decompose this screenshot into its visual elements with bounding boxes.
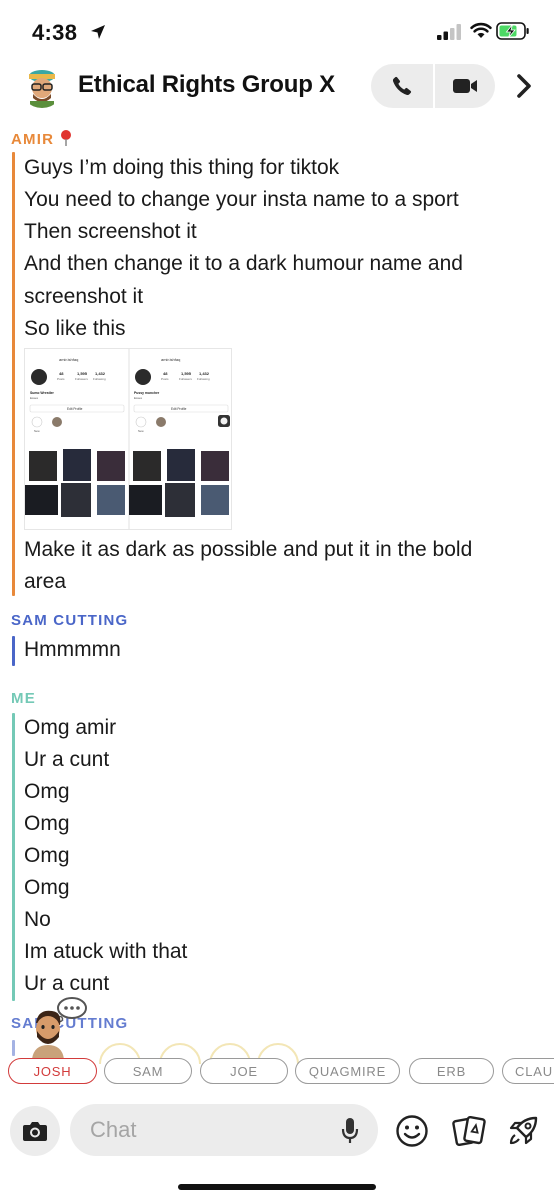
group-title[interactable]: Ethical Rights Group X — [78, 71, 335, 99]
message-text: No — [24, 908, 51, 931]
cellular-signal-icon — [437, 24, 463, 45]
profile-username: amir.ishfaq — [161, 357, 180, 362]
chevron-right-icon — [517, 74, 531, 98]
profile-followers-label: Followers — [179, 377, 192, 381]
voice-call-button[interactable] — [371, 64, 433, 108]
message-text: area — [24, 570, 67, 593]
wifi-icon — [470, 22, 492, 45]
chat-info-button[interactable] — [509, 70, 539, 102]
status-time: 4:38 — [32, 20, 78, 45]
profile-bio: Essex — [134, 396, 143, 400]
chip-josh[interactable]: JOSH — [8, 1058, 97, 1084]
message-text: Ur a cunt — [24, 748, 110, 771]
chip-clau[interactable]: CLAU — [502, 1058, 554, 1084]
camera-button[interactable] — [10, 1106, 60, 1156]
group-bitmoji-avatar[interactable] — [20, 64, 64, 108]
cards-button[interactable] — [450, 1113, 488, 1149]
sender-name-sam: SAM CUTTING — [11, 612, 129, 629]
message-text: Omg — [24, 876, 70, 899]
emoji-icon — [396, 1115, 428, 1147]
video-camera-icon — [453, 79, 477, 93]
emoji-button[interactable] — [394, 1113, 430, 1149]
profile-username: amir.ishfaq — [59, 357, 78, 362]
message-text: Omg — [24, 812, 70, 835]
sender-name-me: ME — [11, 690, 36, 707]
profile-followers: 1,595 — [77, 371, 88, 376]
composer-bar — [0, 1096, 554, 1200]
typing-presence-chips: JOSH SAM JOE QUAGMIRE ERB CLAU — [0, 1058, 554, 1086]
chat-header: Ethical Rights Group X — [0, 60, 554, 116]
message-text: And then change it to a dark humour name… — [24, 252, 463, 275]
message-text: Guys I’m doing this thing for tiktok — [24, 156, 340, 179]
profile-followers: 1,595 — [181, 371, 192, 376]
rocket-button[interactable] — [505, 1113, 541, 1149]
message-bar-amir — [12, 152, 15, 596]
video-call-button[interactable] — [435, 64, 495, 108]
microphone-icon — [341, 1118, 359, 1143]
profile-posts: 48 — [59, 371, 64, 376]
chip-erb[interactable]: ERB — [409, 1058, 494, 1084]
profile-edit-label: Edit Profile — [171, 407, 187, 411]
message-text: screenshot it — [24, 285, 144, 308]
cards-icon — [452, 1115, 486, 1147]
message-text: Make it as dark as possible and put it i… — [24, 538, 473, 561]
message-bar-sam-2 — [12, 1040, 15, 1056]
typing-bitmoji — [28, 995, 92, 1059]
location-arrow-icon — [90, 24, 106, 45]
message-bar-me — [12, 713, 15, 1001]
sender-label: AMIR — [11, 131, 55, 148]
round-pushpin-icon — [60, 130, 71, 146]
chip-joe[interactable]: JOE — [200, 1058, 288, 1084]
typing-bubble-icon — [56, 997, 87, 1023]
message-text: Then screenshot it — [24, 220, 197, 243]
message-text: You need to change your insta name to a … — [24, 188, 459, 211]
battery-charging-icon — [496, 22, 530, 45]
profile-posts: 48 — [163, 371, 168, 376]
home-indicator — [178, 1184, 376, 1190]
profile-followers-label: Followers — [75, 377, 88, 381]
message-text: Omg — [24, 844, 70, 867]
sender-name-amir: AMIR — [11, 129, 72, 148]
profile-following-label: Following — [93, 377, 106, 381]
profile-edit-label: Edit Profile — [67, 407, 83, 411]
chat-input[interactable] — [70, 1104, 378, 1156]
profile-bio: Essex — [30, 396, 39, 400]
profile-name: Pussy muncher — [134, 391, 160, 395]
camera-icon — [23, 1122, 47, 1141]
profile-new-label: New — [34, 429, 41, 433]
message-text: Im atuck with that — [24, 940, 188, 963]
message-bar-sam — [12, 636, 15, 666]
chip-quagmire[interactable]: QUAGMIRE — [295, 1058, 400, 1084]
microphone-button[interactable] — [336, 1116, 364, 1146]
profile-new-label: New — [138, 429, 145, 433]
status-bar: 4:38 — [0, 0, 554, 60]
message-text: Hmmmmn — [24, 638, 121, 661]
shared-screenshot-image[interactable]: amir.ishfaq 48 Posts 1,595 Followers 1,4… — [24, 348, 232, 530]
profile-posts-label: Posts — [161, 377, 169, 381]
profile-name: Sumo Wrestler — [30, 391, 55, 395]
message-text: So like this — [24, 317, 126, 340]
profile-following: 1,432 — [95, 371, 106, 376]
profile-following-label: Following — [197, 377, 210, 381]
message-text: Omg — [24, 780, 70, 803]
rocket-icon — [509, 1116, 538, 1145]
chip-sam[interactable]: SAM — [104, 1058, 192, 1084]
profile-posts-label: Posts — [57, 377, 65, 381]
phone-icon — [392, 76, 412, 96]
profile-following: 1,432 — [199, 371, 210, 376]
message-text: Omg amir — [24, 716, 117, 739]
